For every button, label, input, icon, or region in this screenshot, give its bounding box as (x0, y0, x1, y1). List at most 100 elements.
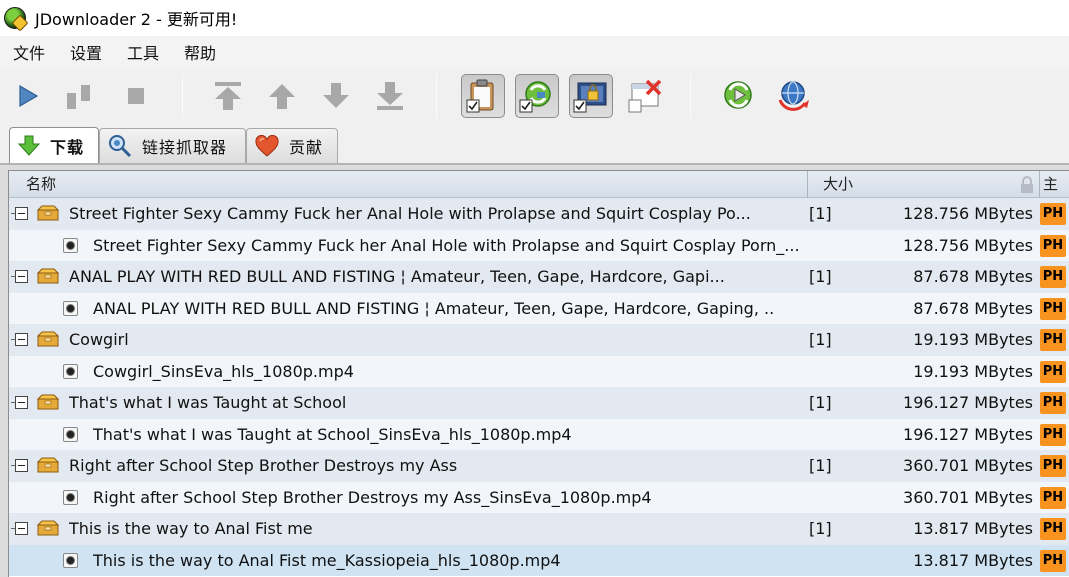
tab-downloads[interactable]: 下载 (9, 127, 99, 164)
tab-contribute-label: 贡献 (289, 138, 324, 157)
toolbar-separator (182, 74, 183, 118)
update-button[interactable] (770, 74, 814, 118)
video-file-icon (63, 426, 78, 442)
host-badge-icon: PH (1040, 360, 1066, 383)
package-file-count: [1] (809, 519, 832, 538)
silent-mode-toggle[interactable] (623, 74, 667, 118)
size-value: 19.193 MBytes (913, 361, 1033, 381)
stop-downloads-button[interactable] (114, 74, 158, 118)
host-badge-icon: PH (1040, 455, 1066, 477)
host-badge-icon: PH (1040, 486, 1066, 509)
package-name: That's what I was Taught at School (69, 393, 347, 412)
toolbar-separator (436, 74, 437, 118)
toolbar (0, 68, 1069, 124)
package-row[interactable]: Right after School Step Brother Destroys… (9, 450, 1069, 482)
arrow-top-icon (215, 82, 241, 110)
host-badge-icon: PH (1040, 297, 1066, 320)
collapse-package-toggle[interactable] (11, 396, 28, 409)
tab-linkgrabber[interactable]: 链接抓取器 (99, 128, 246, 163)
size-value: 19.193 MBytes (913, 330, 1033, 349)
tab-downloads-label: 下载 (50, 138, 85, 157)
file-row[interactable]: That's what I was Taught at School_SinsE… (9, 418, 1069, 450)
column-header-host[interactable]: 主 (1043, 171, 1058, 198)
collapse-package-toggle[interactable] (11, 270, 28, 283)
title-bar: JDownloader 2 - 更新可用! (0, 0, 1069, 36)
package-name: Street Fighter Sexy Cammy Fuck her Anal … (69, 204, 751, 223)
package-box-icon (37, 268, 59, 284)
arrow-bottom-icon (377, 82, 403, 110)
column-lock-icon[interactable] (1019, 176, 1035, 194)
menu-help[interactable]: 帮助 (184, 40, 216, 64)
download-arrow-icon (18, 135, 40, 156)
move-down-button[interactable] (314, 74, 358, 118)
collapse-package-toggle[interactable] (11, 522, 28, 535)
collapse-package-toggle[interactable] (11, 207, 28, 220)
file-row[interactable]: Street Fighter Sexy Cammy Fuck her Anal … (9, 229, 1069, 261)
package-name: ANAL PLAY WITH RED BULL AND FISTING ¦ Am… (69, 267, 725, 286)
arrow-up-icon (269, 84, 295, 109)
package-row[interactable]: That's what I was Taught at School [1] 196… (9, 387, 1069, 419)
reconnect-play-icon (724, 81, 752, 109)
video-file-icon (63, 363, 78, 379)
column-header-name[interactable]: 名称 (26, 171, 56, 198)
premium-lock-icon (573, 82, 607, 113)
menu-bar: 文件 设置 工具 帮助 (0, 36, 1069, 68)
host-badge-icon: PH (1040, 392, 1066, 414)
host-badge-icon: PH (1040, 329, 1066, 351)
linkgrabber-icon (109, 135, 132, 158)
downloads-table: 名称 大小 主 Street Fighter Sexy Cammy Fuck h… (8, 170, 1069, 577)
collapse-package-toggle[interactable] (11, 459, 28, 472)
premium-toggle[interactable] (569, 74, 613, 118)
clipboard-observer-toggle[interactable] (461, 74, 505, 118)
host-badge-icon: PH (1040, 423, 1066, 446)
size-value: 87.678 MBytes (913, 267, 1033, 286)
file-row[interactable]: ANAL PLAY WITH RED BULL AND FISTING ¦ Am… (9, 292, 1069, 324)
package-box-icon (37, 331, 59, 347)
size-value: 196.127 MBytes (903, 393, 1033, 412)
file-name: ANAL PLAY WITH RED BULL AND FISTING ¦ Am… (93, 298, 775, 318)
package-box-icon (37, 520, 59, 536)
size-value: 360.701 MBytes (903, 456, 1033, 475)
reconnect-button[interactable] (716, 74, 760, 118)
package-row[interactable]: Cowgirl [1] 19.193 MBytes PH (9, 324, 1069, 356)
video-file-icon (63, 237, 78, 253)
pause-downloads-button[interactable] (57, 74, 101, 118)
menu-settings[interactable]: 设置 (70, 40, 102, 64)
tab-linkgrabber-label: 链接抓取器 (142, 138, 228, 157)
tab-contribute[interactable]: 贡献 (246, 128, 338, 163)
move-to-bottom-button[interactable] (368, 74, 412, 118)
move-up-button[interactable] (260, 74, 304, 118)
package-row[interactable]: This is the way to Anal Fist me [1] 13.817… (9, 513, 1069, 545)
window-close-icon (628, 79, 662, 113)
video-file-icon (63, 552, 78, 568)
file-row[interactable]: Right after School Step Brother Destroys… (9, 481, 1069, 513)
column-header-size[interactable]: 大小 (823, 171, 853, 198)
size-value: 128.756 MBytes (903, 235, 1033, 255)
file-row[interactable]: Cowgirl_SinsEva_hls_1080p.mp4 19.193 MByt… (9, 355, 1069, 387)
package-row[interactable]: Street Fighter Sexy Cammy Fuck her Anal … (9, 198, 1069, 230)
file-name: This is the way to Anal Fist me_Kassiope… (93, 550, 561, 570)
move-to-top-button[interactable] (206, 74, 250, 118)
package-name: This is the way to Anal Fist me (69, 519, 313, 538)
play-icon (19, 84, 39, 108)
size-value: 87.678 MBytes (913, 298, 1033, 318)
reconnect-icon (519, 81, 551, 113)
auto-reconnect-toggle[interactable] (515, 74, 559, 118)
menu-tools[interactable]: 工具 (127, 40, 159, 64)
file-row[interactable]: This is the way to Anal Fist me_Kassiope… (9, 544, 1069, 576)
host-badge-icon: PH (1040, 234, 1066, 257)
package-box-icon (37, 205, 59, 221)
start-downloads-button[interactable] (6, 74, 50, 118)
downloads-panel: 名称 大小 主 Street Fighter Sexy Cammy Fuck h… (0, 165, 1069, 577)
globe-update-icon (778, 81, 809, 111)
pause-icon (67, 85, 90, 109)
heart-icon (255, 135, 279, 157)
collapse-package-toggle[interactable] (11, 333, 28, 346)
jdownloader-logo-icon (4, 7, 26, 29)
package-box-icon (37, 394, 59, 410)
host-badge-icon: PH (1040, 518, 1066, 540)
package-row[interactable]: ANAL PLAY WITH RED BULL AND FISTING ¦ Am… (9, 261, 1069, 293)
package-file-count: [1] (809, 456, 832, 475)
column-separator (1039, 171, 1040, 198)
menu-file[interactable]: 文件 (13, 40, 45, 64)
